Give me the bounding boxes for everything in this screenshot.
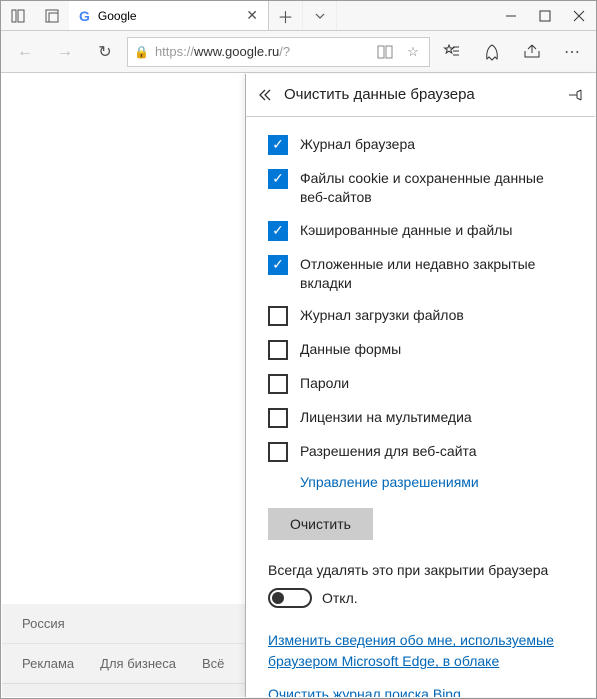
clear-option-row: ✓ Отложенные или недавно закрытые вкладки xyxy=(268,255,573,293)
toolbar: ← → ↻ 🔒 https://www.google.ru/? ☆ ⋯ xyxy=(1,31,596,73)
clear-button[interactable]: Очистить xyxy=(268,508,373,540)
close-icon[interactable]: ✕ xyxy=(246,7,258,24)
toggle-state-label: Откл. xyxy=(322,590,358,606)
forward-button[interactable]: → xyxy=(47,34,83,70)
url-text: https://www.google.ru/? xyxy=(155,44,371,59)
manage-permissions-link[interactable]: Управление разрешениями xyxy=(300,474,573,490)
clear-option-label: Пароли xyxy=(300,374,349,393)
tab-title: Google xyxy=(98,9,137,23)
clear-option-label: Журнал браузера xyxy=(300,135,415,154)
checkbox[interactable] xyxy=(268,374,288,394)
clear-data-panel: Очистить данные браузера ✓ Журнал браузер… xyxy=(245,74,595,697)
panel-title: Очистить данные браузера xyxy=(284,86,557,103)
always-clear-label: Всегда удалять это при закрытии браузера xyxy=(268,562,573,578)
clear-option-row: Данные формы xyxy=(268,340,573,360)
refresh-button[interactable]: ↻ xyxy=(87,34,123,70)
back-chevron-icon[interactable] xyxy=(258,88,274,102)
browser-tab[interactable]: G Google ✕ xyxy=(69,1,269,30)
clear-option-row: Журнал загрузки файлов xyxy=(268,306,573,326)
tab-preview-icon[interactable] xyxy=(35,1,69,30)
favorite-icon[interactable]: ☆ xyxy=(403,44,423,60)
lock-icon: 🔒 xyxy=(134,45,149,59)
clear-option-row: ✓ Журнал браузера xyxy=(268,135,573,155)
checkbox[interactable]: ✓ xyxy=(268,255,288,275)
tab-aside-icon[interactable] xyxy=(1,1,35,30)
close-window-button[interactable] xyxy=(562,1,596,30)
clear-option-label: Кэшированные данные и файлы xyxy=(300,221,512,240)
pin-icon[interactable] xyxy=(567,88,583,102)
footer-link[interactable]: Всё xyxy=(202,656,224,671)
more-icon[interactable]: ⋯ xyxy=(554,34,590,70)
clear-option-row: Пароли xyxy=(268,374,573,394)
reading-view-icon[interactable] xyxy=(377,45,397,59)
minimize-button[interactable] xyxy=(494,1,528,30)
clear-option-label: Данные формы xyxy=(300,340,401,359)
clear-option-row: ✓ Кэшированные данные и файлы xyxy=(268,221,573,241)
checkbox[interactable] xyxy=(268,442,288,462)
back-button[interactable]: ← xyxy=(7,34,43,70)
address-bar[interactable]: 🔒 https://www.google.ru/? ☆ xyxy=(127,37,430,67)
favorites-list-icon[interactable] xyxy=(434,34,470,70)
new-tab-button[interactable]: ＋ xyxy=(269,1,303,30)
clear-option-label: Журнал загрузки файлов xyxy=(300,306,464,325)
clear-option-row: ✓ Файлы cookie и сохраненные данные веб-с… xyxy=(268,169,573,207)
clear-option-label: Лицензии на мультимедиа xyxy=(300,408,472,427)
panel-header: Очистить данные браузера xyxy=(246,74,595,117)
checkbox[interactable]: ✓ xyxy=(268,135,288,155)
tab-favicon: G xyxy=(79,8,90,24)
checkbox[interactable] xyxy=(268,408,288,428)
tab-dropdown-icon[interactable] xyxy=(303,1,337,30)
notes-icon[interactable] xyxy=(474,34,510,70)
titlebar: G Google ✕ ＋ xyxy=(1,1,596,31)
checkbox[interactable] xyxy=(268,340,288,360)
clear-option-row: Разрешения для веб-сайта xyxy=(268,442,573,462)
bing-history-link[interactable]: Очистить журнал поиска Bing xyxy=(268,686,573,697)
always-clear-toggle[interactable] xyxy=(268,588,312,608)
share-icon[interactable] xyxy=(514,34,550,70)
clear-option-label: Файлы cookie и сохраненные данные веб-са… xyxy=(300,169,573,207)
maximize-button[interactable] xyxy=(528,1,562,30)
checkbox[interactable] xyxy=(268,306,288,326)
checkbox[interactable]: ✓ xyxy=(268,221,288,241)
clear-option-row: Лицензии на мультимедиа xyxy=(268,408,573,428)
clear-option-label: Разрешения для веб-сайта xyxy=(300,442,477,461)
footer-link[interactable]: Для бизнеса xyxy=(100,656,176,671)
cloud-data-link[interactable]: Изменить сведения обо мне, используемые … xyxy=(268,630,573,672)
clear-option-label: Отложенные или недавно закрытые вкладки xyxy=(300,255,573,293)
footer-link[interactable]: Реклама xyxy=(22,656,74,671)
checkbox[interactable]: ✓ xyxy=(268,169,288,189)
